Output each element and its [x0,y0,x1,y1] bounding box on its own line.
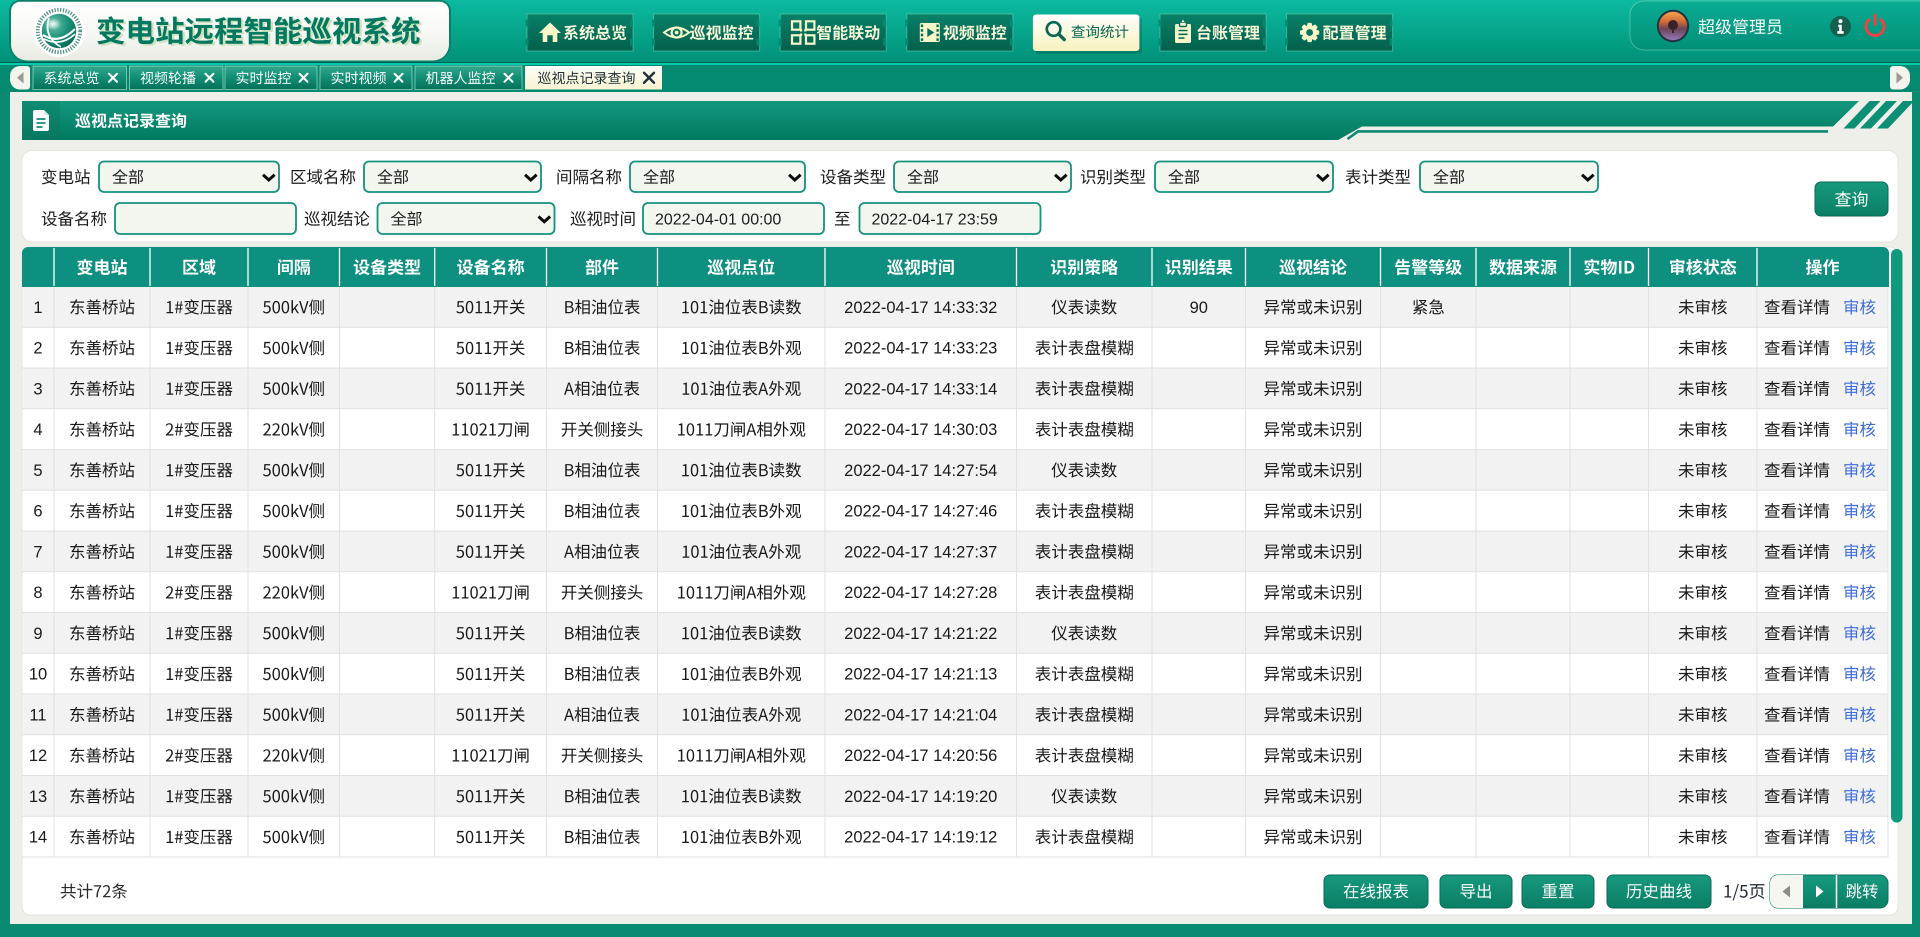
svg-text:5: 5 [33,462,42,480]
svg-text:13: 13 [29,788,47,806]
svg-text:1: 1 [33,299,42,317]
svg-text:2022-04-17 14:27:28: 2022-04-17 14:27:28 [844,584,997,602]
svg-text:3: 3 [33,380,42,398]
svg-text:2: 2 [33,340,42,358]
svg-text:2022-04-17 14:21:04: 2022-04-17 14:21:04 [844,706,997,724]
svg-text:8: 8 [33,584,42,602]
svg-text:6: 6 [33,503,42,521]
svg-text:2022-04-01 00:00: 2022-04-01 00:00 [655,211,781,228]
svg-text:2022-04-17 14:19:12: 2022-04-17 14:19:12 [844,829,997,847]
svg-text:90: 90 [1190,299,1208,317]
svg-text:7: 7 [33,543,42,561]
svg-text:9: 9 [33,625,42,643]
svg-text:11: 11 [29,706,46,724]
svg-text:2022-04-17 14:27:54: 2022-04-17 14:27:54 [844,462,997,480]
svg-text:2022-04-17 14:30:03: 2022-04-17 14:30:03 [844,421,997,439]
svg-text:2022-04-17 14:20:56: 2022-04-17 14:20:56 [844,747,997,765]
svg-text:12: 12 [29,747,47,765]
svg-text:2022-04-17 14:33:23: 2022-04-17 14:33:23 [844,340,997,358]
svg-text:2022-04-17 14:27:37: 2022-04-17 14:27:37 [844,543,997,561]
svg-text:2022-04-17 14:33:14: 2022-04-17 14:33:14 [844,380,997,398]
svg-text:2022-04-17 14:21:13: 2022-04-17 14:21:13 [844,666,997,684]
svg-text:14: 14 [29,829,47,847]
svg-text:2022-04-17 14:33:32: 2022-04-17 14:33:32 [844,299,997,317]
svg-text:2022-04-17 14:21:22: 2022-04-17 14:21:22 [844,625,997,643]
svg-text:2022-04-17 14:27:46: 2022-04-17 14:27:46 [844,503,997,521]
svg-text:10: 10 [29,666,47,684]
svg-text:4: 4 [33,421,42,439]
svg-text:2022-04-17 23:59: 2022-04-17 23:59 [872,211,998,228]
svg-text:2022-04-17 14:19:20: 2022-04-17 14:19:20 [844,788,997,806]
